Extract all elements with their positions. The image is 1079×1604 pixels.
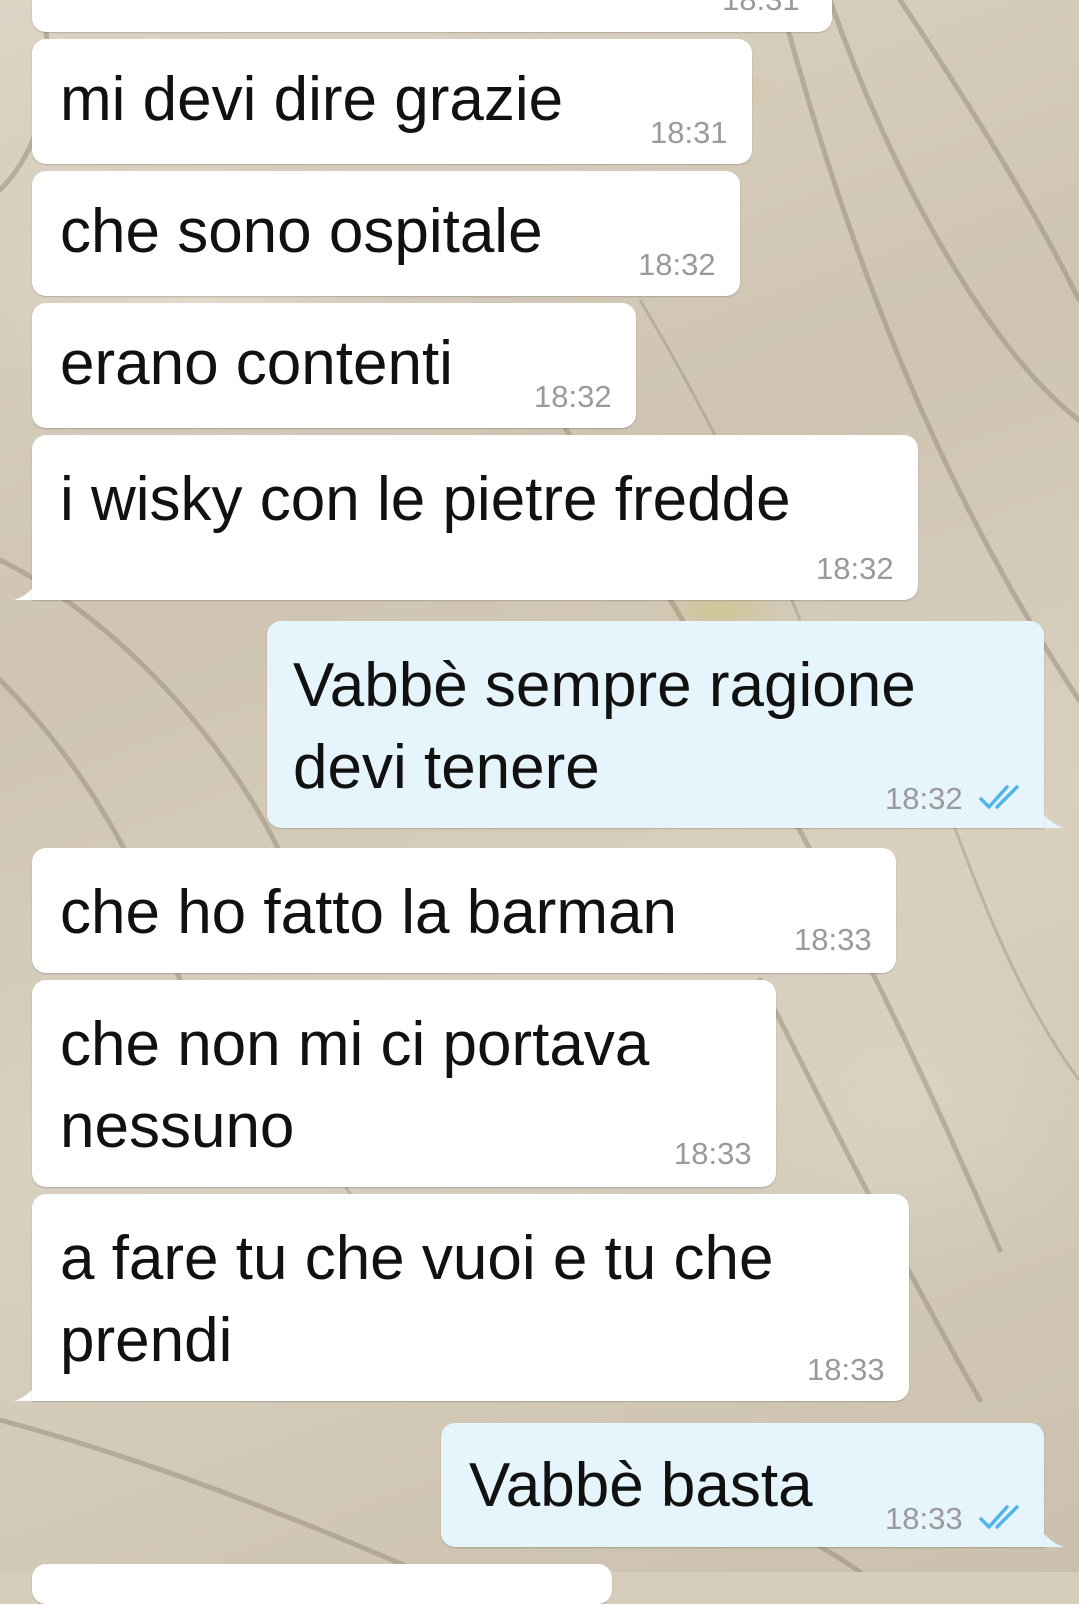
message-text: Vabbè basta (469, 1451, 813, 1520)
message-time: 18:33 (885, 1501, 963, 1536)
message-text-line: a fare tu che vuoi e tu che (60, 1224, 774, 1293)
message-bubble[interactable]: che non mi ci portava nessuno 18:33 (32, 980, 776, 1187)
message-time: 18:33 (807, 1352, 885, 1387)
message-text: mi devi dire grazie (60, 65, 564, 134)
message-text-line: nessuno (60, 1092, 295, 1161)
message-bubble[interactable]: mi devi dire grazie 18:31 (32, 39, 752, 164)
double-check-read-icon (979, 1505, 1019, 1529)
message-text: i wisky con le pietre fredde (60, 465, 791, 534)
message-bubble-outgoing[interactable]: Vabbè basta 18:33 (441, 1423, 1044, 1547)
message-bubble[interactable]: i wisky con le pietre fredde 18:32 (32, 435, 918, 600)
message-time: 18:33 (674, 1136, 752, 1171)
message-text-line: prendi (60, 1306, 233, 1375)
message-time: 18:32 (534, 379, 612, 414)
message-time: 18:32 (816, 551, 894, 586)
message-time: 18:31 (722, 0, 800, 18)
message-text: che ho fatto la barman (60, 878, 677, 947)
message-bubble-outgoing[interactable]: Vabbè sempre ragione devi tenere 18:32 (267, 621, 1044, 828)
double-check-read-icon (979, 785, 1019, 809)
message-text-line: che non mi ci portava (60, 1010, 650, 1079)
message-bubble[interactable]: a fare tu che vuoi e tu che prendi 18:33 (32, 1194, 909, 1401)
message-bubble[interactable]: che ho fatto la barman 18:33 (32, 848, 896, 973)
message-text-line: devi tenere (293, 733, 600, 802)
message-time: 18:33 (794, 922, 872, 957)
message-text: che sono ospitale (60, 197, 543, 266)
message-text: erano contenti (60, 329, 453, 398)
message-bubble[interactable]: che sono ospitale 18:32 (32, 171, 740, 296)
message-bubble-partial[interactable] (32, 1564, 612, 1604)
message-bubble[interactable]: erano contenti 18:32 (32, 303, 636, 428)
message-time: 18:32 (638, 247, 716, 282)
message-time: 18:31 (650, 115, 728, 150)
message-time: 18:32 (885, 781, 963, 816)
message-bubble-partial[interactable]: 18:31 (32, 0, 832, 32)
message-text-line: Vabbè sempre ragione (293, 651, 916, 720)
